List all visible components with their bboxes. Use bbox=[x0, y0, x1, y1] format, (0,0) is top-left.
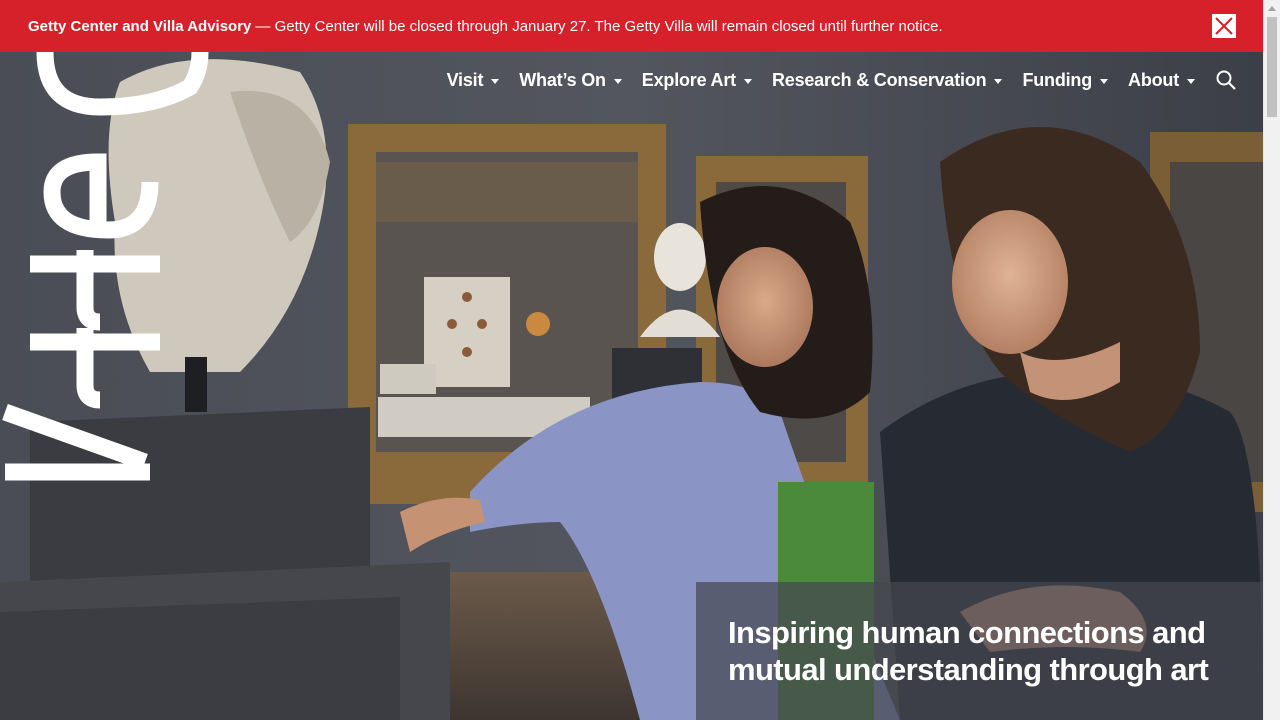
advisory-title: Getty Center and Villa Advisory bbox=[28, 17, 252, 35]
nav-item-visit[interactable]: Visit bbox=[447, 70, 500, 91]
advisory-close-button[interactable] bbox=[1212, 14, 1236, 38]
scroll-up-arrow-icon[interactable] bbox=[1264, 0, 1280, 17]
chevron-down-icon bbox=[994, 78, 1003, 84]
chevron-down-icon bbox=[1100, 78, 1109, 84]
chevron-down-icon bbox=[743, 78, 752, 84]
page-scrollbar[interactable] bbox=[1263, 0, 1280, 720]
getty-logo-icon bbox=[2, 52, 209, 481]
nav-item-research-conservation[interactable]: Research & Conservation bbox=[771, 69, 1003, 91]
close-icon bbox=[1215, 17, 1233, 35]
main-nav: Visit What’s On Explore Art Research & C… bbox=[427, 69, 1237, 91]
nav-item-explore-art[interactable]: Explore Art bbox=[642, 70, 752, 91]
nav-item-funding[interactable]: Funding bbox=[1022, 69, 1109, 91]
chevron-down-icon bbox=[1187, 78, 1195, 84]
search-button[interactable] bbox=[1215, 69, 1237, 91]
chevron-down-icon bbox=[613, 78, 622, 84]
search-icon bbox=[1216, 70, 1236, 90]
getty-logo[interactable] bbox=[0, 52, 210, 492]
tagline-card: Inspiring human connections and mutual u… bbox=[696, 582, 1263, 720]
advisory-text: — Getty Center will be closed through Ja… bbox=[255, 17, 943, 35]
nav-item-label: Funding bbox=[1022, 69, 1093, 90]
advisory-banner: Getty Center and Villa Advisory — Getty … bbox=[0, 0, 1263, 52]
nav-item-label: About bbox=[1128, 69, 1179, 90]
hero: Visit What’s On Explore Art Research & C… bbox=[0, 52, 1263, 720]
nav-item-label: Research & Conservation bbox=[771, 69, 987, 90]
nav-item-label: Explore Art bbox=[641, 69, 736, 90]
scroll-thumb[interactable] bbox=[1267, 17, 1277, 117]
nav-item-whats-on[interactable]: What’s On bbox=[519, 70, 622, 91]
chevron-down-icon bbox=[491, 78, 500, 84]
nav-item-label: What’s On bbox=[519, 69, 606, 90]
hero-tagline: Inspiring human connections and mutual u… bbox=[728, 615, 1209, 687]
nav-item-about[interactable]: About bbox=[1128, 70, 1195, 91]
nav-item-label: Visit bbox=[446, 69, 484, 90]
